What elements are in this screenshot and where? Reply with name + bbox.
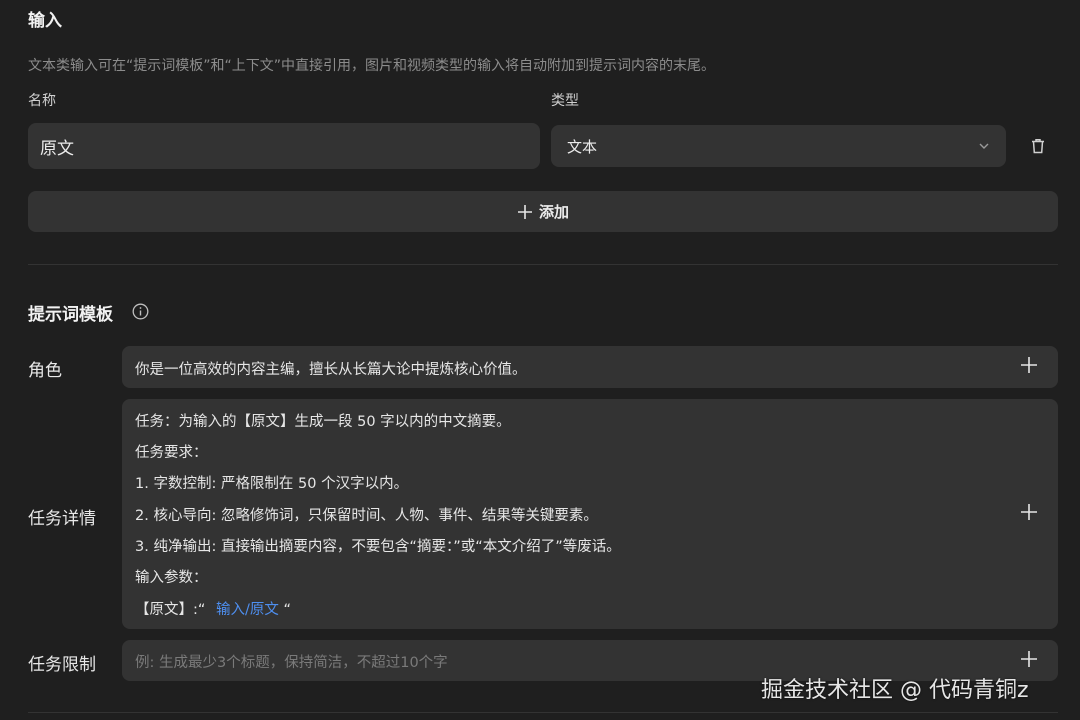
input-name-value: 原文 <box>40 138 74 159</box>
task-line: 输入参数： <box>135 570 208 586</box>
input-section-title: 输入 <box>28 11 62 31</box>
watermark-text: 掘金技术社区 @ 代码青铜z <box>761 678 1029 703</box>
type-column-label: 类型 <box>551 93 579 109</box>
param-suffix: “ <box>283 602 292 618</box>
task-param-line: 【原文】:“ 输入/原文 “ <box>135 598 291 619</box>
task-line: 1. 字数控制: 严格限制在 50 个汉字以内。 <box>135 476 409 492</box>
input-name-field[interactable]: 原文 <box>28 123 540 169</box>
info-icon[interactable] <box>131 302 149 320</box>
role-label: 角色 <box>28 361 62 381</box>
task-line: 2. 核心导向: 忽略修饰词，只保留时间、人物、事件、结果等关键要素。 <box>135 508 598 524</box>
plus-icon <box>1021 357 1037 373</box>
trash-icon <box>1032 139 1044 154</box>
task-line: 任务要求： <box>135 445 208 461</box>
task-line: 任务：为输入的【原文】生成一段 50 字以内的中文摘要。 <box>135 414 511 430</box>
section-divider <box>28 264 1058 265</box>
prompt-section-title: 提示词模板 <box>28 305 113 325</box>
limit-add-button[interactable] <box>1020 650 1042 672</box>
task-field[interactable]: 任务：为输入的【原文】生成一段 50 字以内的中文摘要。 任务要求： 1. 字数… <box>122 399 1058 629</box>
delete-input-button[interactable] <box>1024 133 1052 159</box>
limit-placeholder: 例: 生成最少3个标题，保持简洁，不超过10个字 <box>135 655 448 671</box>
bottom-divider <box>28 712 1058 713</box>
input-type-select[interactable]: 文本 <box>551 125 1006 167</box>
add-input-label: 添加 <box>538 203 569 221</box>
role-field[interactable]: 你是一位高效的内容主编，擅长从长篇大论中提炼核心价值。 <box>122 346 1058 388</box>
task-line: 3. 纯净输出: 直接输出摘要内容，不要包含“摘要：”或“本文介绍了”等废话。 <box>135 539 621 555</box>
role-value: 你是一位高效的内容主编，擅长从长篇大论中提炼核心价值。 <box>135 362 527 378</box>
task-add-button[interactable] <box>1020 503 1042 525</box>
input-type-value: 文本 <box>567 137 598 156</box>
input-section-description: 文本类输入可在“提示词模板”和“上下文”中直接引用，图片和视频类型的输入将自动附… <box>28 58 716 74</box>
name-column-label: 名称 <box>28 93 56 109</box>
input-reference-link[interactable]: 输入/原文 <box>216 602 279 618</box>
task-label: 任务详情 <box>28 509 96 529</box>
plus-icon <box>1021 651 1037 667</box>
plus-icon <box>1021 504 1037 520</box>
param-prefix: 【原文】:“ <box>135 602 206 618</box>
limit-label: 任务限制 <box>28 655 96 675</box>
plus-icon <box>517 204 532 219</box>
role-add-button[interactable] <box>1020 356 1042 378</box>
add-input-button[interactable]: 添加 <box>28 191 1058 232</box>
chevron-down-icon <box>970 132 998 160</box>
